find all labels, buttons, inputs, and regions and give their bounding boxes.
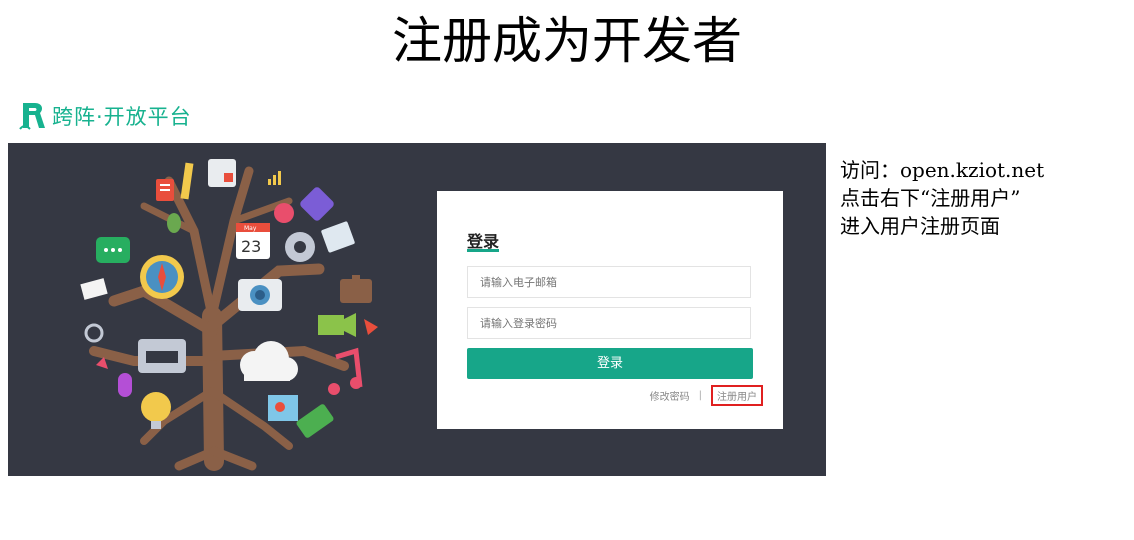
calendar-icon: May 23 [236,223,270,259]
svg-text:23: 23 [241,237,261,256]
microphone-icon [118,373,132,397]
note-line-2: 点击右下“注册用户” [840,186,1021,210]
tag-icon [296,404,334,438]
compass-icon [140,255,184,299]
screenshot-panel: May 23 登录 登录 修改密码 | 注册用户 [8,143,826,476]
heart-icon [274,203,294,223]
email-input[interactable] [467,266,751,298]
note-line-1: 访问：open.kziot.net [840,158,1045,182]
logo-text: 跨阵·开放平台 [52,105,192,129]
login-card: 登录 登录 修改密码 | 注册用户 [437,191,783,429]
login-title-underline [467,249,499,252]
link-separator: | [698,390,702,401]
pencil-icon [180,162,194,200]
map-icon [268,395,298,421]
instruction-notes: 访问：open.kziot.net 点击右下“注册用户” 进入用户注册页面 [840,156,1044,240]
brand-logo[interactable]: 跨阵·开放平台 [18,98,192,134]
calculator-icon [208,159,236,187]
tree-illustration: May 23 [80,159,378,471]
gear-icon [285,232,315,262]
login-links: 修改密码 | 注册用户 [650,385,763,406]
leaf-icon [167,213,181,233]
slide-title: 注册成为开发者 [392,12,742,70]
chat-icon [96,237,130,263]
bar-chart-icon [268,171,281,185]
briefcase-icon [340,275,372,303]
password-input[interactable] [467,307,751,339]
note-line-3: 进入用户注册页面 [840,214,1000,238]
photo-icon [321,221,355,253]
mail-icon [80,278,108,300]
camera-icon [238,279,282,311]
document-icon [156,179,174,201]
kuazhen-logo-icon [19,103,45,130]
flag-icon [364,319,378,335]
cassette-icon [138,339,186,373]
change-password-link[interactable]: 修改密码 [650,388,690,403]
video-camera-icon [318,313,356,337]
search-icon [84,323,104,343]
svg-text:May: May [244,225,257,232]
login-button[interactable]: 登录 [467,348,753,379]
register-link[interactable]: 注册用户 [711,385,763,406]
video-icon [300,187,334,221]
